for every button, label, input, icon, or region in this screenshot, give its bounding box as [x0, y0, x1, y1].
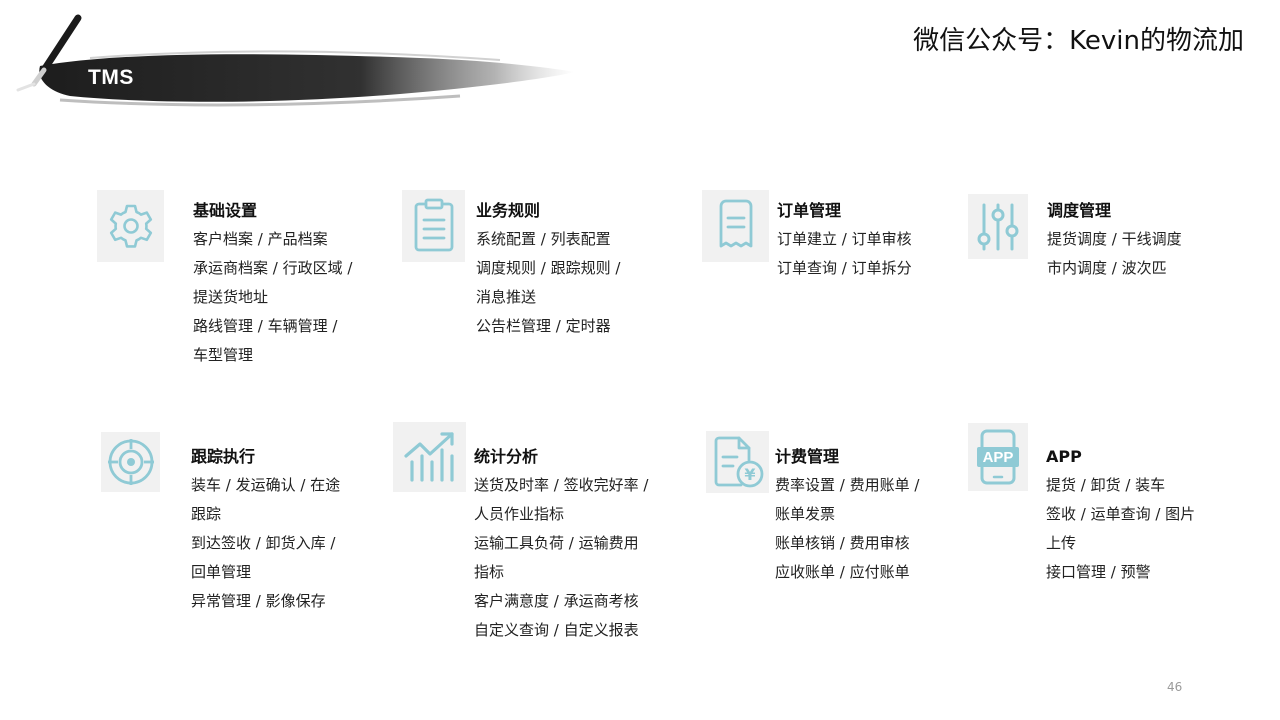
- mobile-app-icon: APP: [968, 423, 1028, 491]
- card-title: APP: [1046, 447, 1082, 466]
- card-title: 基础设置: [193, 201, 258, 220]
- section-label: TMS: [88, 66, 134, 89]
- gear-icon: [97, 190, 164, 262]
- app-icon-text: APP: [983, 449, 1014, 466]
- card-line: 客户档案 / 产品档案: [193, 230, 328, 248]
- card-line: 订单查询 / 订单拆分: [777, 259, 912, 277]
- card-line: 订单建立 / 订单审核: [777, 230, 912, 248]
- card-line: 账单核销 / 费用审核: [775, 534, 910, 552]
- card-title: 业务规则: [476, 201, 541, 220]
- card-line: 路线管理 / 车辆管理 /: [193, 317, 338, 335]
- card-line: 账单发票: [775, 505, 836, 523]
- card-line: 市内调度 / 波次匹: [1047, 259, 1167, 277]
- card-title: 跟踪执行: [191, 447, 256, 466]
- card-line: 公告栏管理 / 定时器: [476, 317, 611, 335]
- card-line: 指标: [474, 563, 505, 581]
- card-title: 调度管理: [1047, 201, 1112, 220]
- card-line: 消息推送: [476, 288, 537, 306]
- card-line: 回单管理: [191, 563, 252, 581]
- target-icon: [101, 432, 160, 492]
- card-line: 送货及时率 / 签收完好率 /: [474, 476, 649, 494]
- card-title: 计费管理: [775, 447, 840, 466]
- svg-text:¥: ¥: [744, 465, 755, 484]
- card-line: 调度规则 / 跟踪规则 /: [476, 259, 621, 277]
- card-line: 费率设置 / 费用账单 /: [775, 476, 920, 494]
- card-title: 统计分析: [474, 447, 539, 466]
- bar-chart-trend-icon: [393, 422, 466, 492]
- card-line: 提货调度 / 干线调度: [1047, 230, 1182, 248]
- card-line: 提货 / 卸货 / 装车: [1046, 476, 1166, 494]
- card-line: 运输工具负荷 / 运输费用: [474, 534, 639, 552]
- invoice-yen-icon: ¥: [706, 431, 769, 493]
- card-line: 人员作业指标: [474, 505, 565, 523]
- receipt-icon: [702, 190, 769, 262]
- card-line: 接口管理 / 预警: [1046, 563, 1151, 581]
- card-line: 自定义查询 / 自定义报表: [474, 621, 639, 639]
- card-line: 跟踪: [191, 505, 222, 523]
- sliders-icon: [968, 194, 1028, 259]
- card-line: 签收 / 运单查询 / 图片: [1046, 505, 1196, 523]
- card-line: 装车 / 发运确认 / 在途: [191, 476, 341, 494]
- card-title: 订单管理: [777, 201, 842, 220]
- card-line: 应收账单 / 应付账单: [775, 563, 910, 581]
- card-line: 上传: [1046, 534, 1077, 552]
- page-number: 46: [1167, 680, 1183, 694]
- page-title: 微信公众号：Kevin的物流加: [913, 26, 1244, 56]
- document-list-icon: [402, 190, 465, 262]
- card-line: 承运商档案 / 行政区域 /: [193, 259, 353, 277]
- card-line: 提送货地址: [193, 288, 269, 306]
- card-line: 车型管理: [193, 346, 254, 364]
- card-line: 系统配置 / 列表配置: [476, 230, 611, 248]
- card-line: 异常管理 / 影像保存: [191, 592, 326, 610]
- card-line: 客户满意度 / 承运商考核: [474, 592, 639, 610]
- card-line: 到达签收 / 卸货入库 /: [191, 534, 336, 552]
